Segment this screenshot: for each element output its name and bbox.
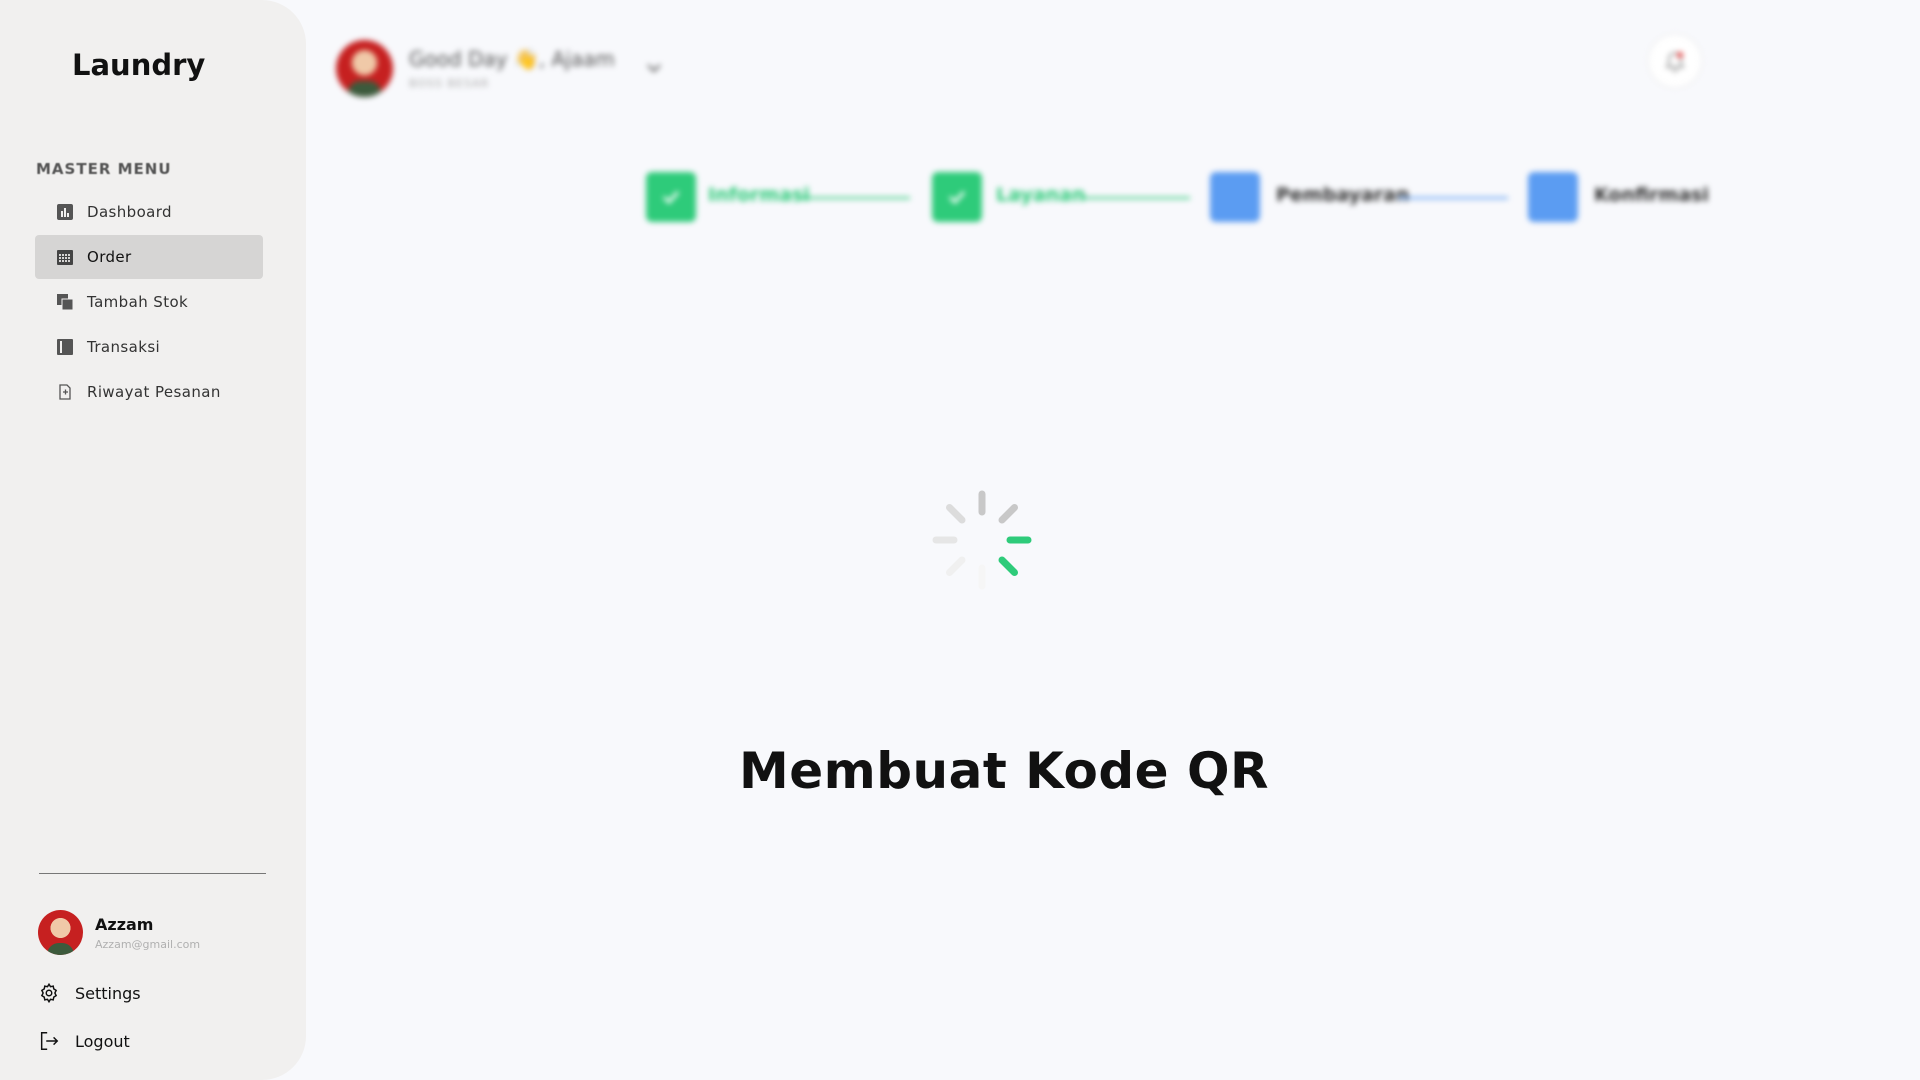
gear-icon: [40, 982, 58, 1004]
sidebar-item-label: Order: [87, 248, 132, 266]
sidebar-item-order[interactable]: Order: [35, 235, 263, 279]
bell-icon: [1665, 52, 1685, 72]
loading-title: Membuat Kode QR: [738, 742, 1270, 800]
step-label: Layanan: [996, 184, 1086, 206]
header: Good Day 👋, Ajaam BOSS BESAR: [336, 40, 663, 97]
brand-logo: Laundry: [72, 48, 206, 82]
sidebar-item-label: Tambah Stok: [87, 293, 189, 311]
greeting-text: Good Day 👋, Ajaam: [409, 47, 615, 71]
calendar-icon: [57, 249, 73, 265]
sidebar-item-tambah-stok[interactable]: Tambah Stok: [35, 280, 263, 324]
sidebar-item-label: Dashboard: [87, 203, 172, 221]
step-connector: [800, 197, 910, 199]
sidebar-item-label: Riwayat Pesanan: [87, 383, 221, 401]
loading-spinner-icon: [932, 490, 1032, 590]
user-name: Azzam: [95, 914, 154, 934]
notification-button[interactable]: [1648, 34, 1702, 88]
stack-icon: [57, 294, 73, 310]
sidebar-divider: [39, 873, 266, 874]
step-konfirmasi-box: [1528, 172, 1578, 222]
step-connector: [1080, 197, 1190, 199]
chart-icon: [57, 204, 73, 220]
step-informasi-box: [646, 172, 696, 222]
user-profile[interactable]: Azzam Azzam@gmail.com: [38, 910, 200, 955]
menu-heading: MASTER MENU: [36, 160, 172, 178]
step-label: Informasi: [708, 184, 810, 206]
step-label: Konfirmasi: [1594, 184, 1709, 206]
step-layanan-box: [932, 172, 982, 222]
sidebar-item-dashboard[interactable]: Dashboard: [35, 190, 263, 234]
step-connector: [1398, 197, 1508, 199]
check-icon: [662, 190, 680, 205]
master-menu: Dashboard Order Tambah Stok Transaksi Ri…: [35, 190, 263, 415]
sidebar: Laundry MASTER MENU Dashboard Order Tamb…: [0, 0, 306, 1080]
check-icon: [948, 190, 966, 205]
document-icon: [57, 384, 73, 400]
logout-label: Logout: [75, 1031, 130, 1051]
order-stepper: Informasi Layanan Pembayaran Konfirmasi: [646, 170, 1709, 224]
chevron-down-icon[interactable]: [645, 59, 663, 78]
logout-link[interactable]: Logout: [38, 1030, 130, 1052]
user-role: BOSS BESAR: [409, 77, 490, 90]
step-label: Pembayaran: [1276, 184, 1410, 206]
sidebar-item-transaksi[interactable]: Transaksi: [35, 325, 263, 369]
settings-label: Settings: [75, 983, 141, 1003]
avatar: [38, 910, 83, 955]
sidebar-item-riwayat-pesanan[interactable]: Riwayat Pesanan: [35, 370, 263, 414]
sidebar-item-label: Transaksi: [87, 338, 161, 356]
header-avatar[interactable]: [336, 40, 393, 97]
step-pembayaran-box: [1210, 172, 1260, 222]
book-icon: [57, 339, 73, 355]
user-email: Azzam@gmail.com: [95, 937, 201, 951]
settings-link[interactable]: Settings: [38, 982, 141, 1004]
logout-icon: [40, 1032, 59, 1050]
